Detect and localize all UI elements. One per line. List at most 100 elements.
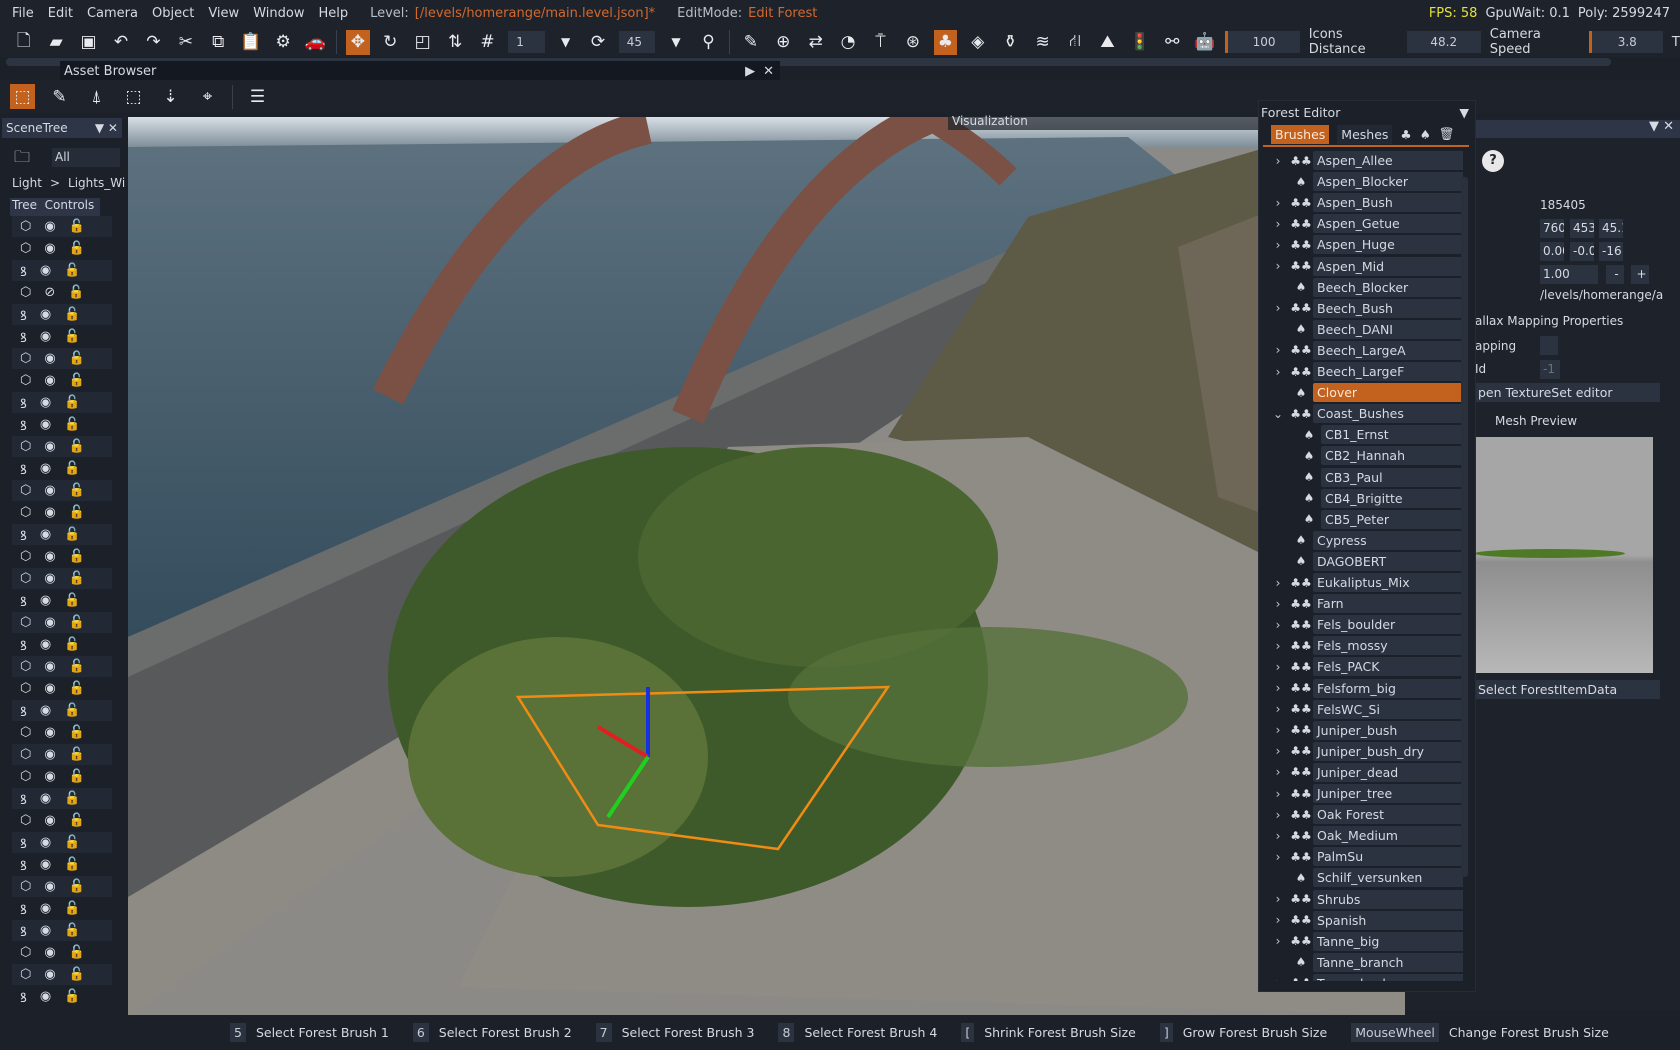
panel-menu-icon[interactable]: ▼ ✕ <box>95 121 118 135</box>
scenetree-row[interactable]: ⬡ ◉ 🔓 <box>12 810 112 831</box>
scale-plus-button[interactable]: + <box>1631 265 1649 284</box>
river-icon[interactable]: ≋ <box>1031 30 1054 55</box>
pos-z[interactable]: 45.1 <box>1599 219 1623 238</box>
pos-x[interactable]: 760 <box>1540 219 1564 238</box>
scenetree-row[interactable]: ⬡ ◉ 🔓 <box>12 370 112 391</box>
copy-icon[interactable]: ⧉ <box>207 30 230 55</box>
scenetree-row[interactable]: ⬡ ◉ 🔓 <box>12 722 112 743</box>
brush-item[interactable]: › ♣♣ Aspen_Getue <box>1267 214 1463 234</box>
lock-open-icon[interactable]: 🔓 <box>64 263 80 278</box>
chevron-right-icon[interactable]: › <box>1267 787 1289 801</box>
brush-item[interactable]: › ♣♣ Aspen_Bush <box>1267 193 1463 213</box>
eye-icon[interactable]: ◉ <box>44 879 55 894</box>
chevron-right-icon[interactable]: › <box>1267 808 1289 822</box>
scenetree-row[interactable]: ⬡ ◉ 🔓 <box>12 216 112 237</box>
tab-meshes[interactable]: Meshes <box>1337 124 1393 144</box>
scenetree-row[interactable]: ꝸ ◉ 🔓 <box>12 414 112 435</box>
snap-dropdown-icon[interactable]: ▼ <box>554 30 577 55</box>
terrain-tools-icon[interactable]: ⛰ <box>1096 30 1119 55</box>
scenetree-row[interactable]: ꝸ ◉ 🔓 <box>12 788 112 809</box>
brush-item[interactable]: › ♣♣ FelsWC_Si <box>1267 699 1463 719</box>
eye-icon[interactable]: ◉ <box>44 505 55 520</box>
lock-open-icon[interactable]: 🔓 <box>64 417 80 432</box>
settings-gear-icon[interactable]: ⚙ <box>271 30 294 55</box>
rotate-icon[interactable]: ↻ <box>379 30 402 55</box>
chevron-right-icon[interactable]: › <box>1267 723 1289 737</box>
eye-icon[interactable]: ◉ <box>40 395 51 410</box>
collapse-arrow-icon[interactable]: ▶ <box>745 64 755 79</box>
delete-trash-icon[interactable]: 🗑 <box>1439 126 1455 142</box>
eye-icon[interactable]: ◉ <box>40 791 51 806</box>
parallax-section-header[interactable]: allax Mapping Properties <box>1475 314 1623 328</box>
chevron-right-icon[interactable]: › <box>1267 744 1289 758</box>
scenetree-row[interactable]: ꝸ ◉ 🔓 <box>12 590 112 611</box>
lock-open-icon[interactable]: 🔓 <box>68 285 84 300</box>
paste-icon[interactable]: 📋 <box>239 30 262 55</box>
brush-item[interactable]: ♠ Aspen_Blocker <box>1267 172 1463 192</box>
brush-item[interactable]: › ♣♣ Fels_PACK <box>1267 657 1463 677</box>
menu-view[interactable]: View <box>208 6 239 21</box>
menu-object[interactable]: Object <box>152 6 194 21</box>
grid-snap-icon[interactable]: # <box>476 30 499 55</box>
lock-open-icon[interactable]: 🔓 <box>69 659 85 674</box>
brush-item[interactable]: ♠ CB5_Peter <box>1267 509 1463 529</box>
scenetree-row[interactable]: ⬡ ◉ 🔓 <box>12 964 112 985</box>
cut-icon[interactable]: ✂ <box>174 30 197 55</box>
lock-open-icon[interactable]: 🔓 <box>64 835 80 850</box>
save-icon[interactable]: ▣ <box>77 30 100 55</box>
lock-open-icon[interactable]: 🔓 <box>69 813 85 828</box>
eye-icon[interactable]: ◉ <box>44 241 55 256</box>
chevron-right-icon[interactable]: › <box>1267 154 1289 168</box>
chevron-right-icon[interactable]: › <box>1267 576 1289 590</box>
scenetree-row[interactable]: ⬡ ◉ 🔓 <box>12 238 112 259</box>
open-textureset-button[interactable]: pen TextureSet editor <box>1475 383 1660 402</box>
lock-open-icon[interactable]: 🔓 <box>64 901 80 916</box>
scenetree-row[interactable]: ⬡ ◉ 🔓 <box>12 744 112 765</box>
scenetree-row[interactable]: ꝸ ◉ 🔓 <box>12 700 112 721</box>
undo-icon[interactable]: ↶ <box>109 30 132 55</box>
world-axis-icon[interactable]: ⇅ <box>443 30 466 55</box>
chevron-right-icon[interactable]: › <box>1267 660 1289 674</box>
lock-open-icon[interactable]: 🔓 <box>64 395 80 410</box>
drop-to-ground-icon[interactable]: ⚲ <box>697 30 720 55</box>
brush-item[interactable]: › ♣♣ Juniper_dead <box>1267 762 1463 782</box>
lock-open-icon[interactable]: 🔓 <box>69 967 85 982</box>
eye-icon[interactable]: ◉ <box>44 747 55 762</box>
scenetree-row[interactable]: ⬡ ◉ 🔓 <box>12 766 112 787</box>
brush-item[interactable]: ♠ CB3_Paul <box>1267 467 1463 487</box>
scenetree-row[interactable]: ⬡ ◉ 🔓 <box>12 656 112 677</box>
add-folder-icon[interactable]: 🗀 <box>14 146 30 173</box>
collapse-triangle-icon[interactable]: ▼ <box>1459 105 1469 120</box>
select-forestitemdata-button[interactable]: Select ForestItemData <box>1475 680 1660 699</box>
scenetree-row[interactable]: ⬡ ◉ 🔓 <box>12 876 112 897</box>
menu-camera[interactable]: Camera <box>87 6 138 21</box>
road-icon[interactable]: ⛙ <box>1063 30 1086 55</box>
eye-icon[interactable]: ◉ <box>44 945 55 960</box>
eye-icon[interactable]: ◉ <box>44 571 55 586</box>
select-box-icon[interactable]: ⬚ <box>10 84 35 109</box>
eye-icon[interactable]: ◉ <box>44 373 55 388</box>
brush-item[interactable]: ♠ Cypress <box>1267 530 1463 550</box>
eye-icon[interactable]: ◉ <box>40 637 51 652</box>
chevron-right-icon[interactable]: › <box>1267 618 1289 632</box>
eye-icon[interactable]: ◉ <box>44 219 55 234</box>
brush-item[interactable]: ›♣♣Tanne_bush <box>1267 973 1463 981</box>
brush-item[interactable]: › ♣♣ Fels_mossy <box>1267 636 1463 656</box>
scenetree-row[interactable]: ⬡ ◉ 🔓 <box>12 436 112 457</box>
open-folder-icon[interactable]: ▰ <box>44 30 67 55</box>
chevron-right-icon[interactable]: › <box>1267 639 1289 653</box>
chevron-right-icon[interactable]: › <box>1267 681 1289 695</box>
chevron-right-icon[interactable]: › <box>1267 217 1289 231</box>
eye-icon[interactable]: ◉ <box>40 329 51 344</box>
brush-item[interactable]: › ♣♣ PalmSu <box>1267 847 1463 867</box>
scenetree-row[interactable]: ꝸ ◉ 🔓 <box>12 986 112 1007</box>
terrain-paint-icon[interactable]: ◔ <box>836 30 859 55</box>
lock-open-icon[interactable]: 🔓 <box>64 703 80 718</box>
lock-open-icon[interactable]: 🔓 <box>69 351 85 366</box>
add-brush-icon[interactable]: ♣ <box>1400 127 1411 142</box>
brush-item[interactable]: › ♣♣ Oak_Medium <box>1267 826 1463 846</box>
brush-item[interactable]: ♠ CB1_Ernst <box>1267 425 1463 445</box>
lock-open-icon[interactable]: 🔓 <box>69 769 85 784</box>
rot-x[interactable]: 0.00 <box>1540 242 1564 261</box>
lock-open-icon[interactable]: 🔓 <box>64 923 80 938</box>
